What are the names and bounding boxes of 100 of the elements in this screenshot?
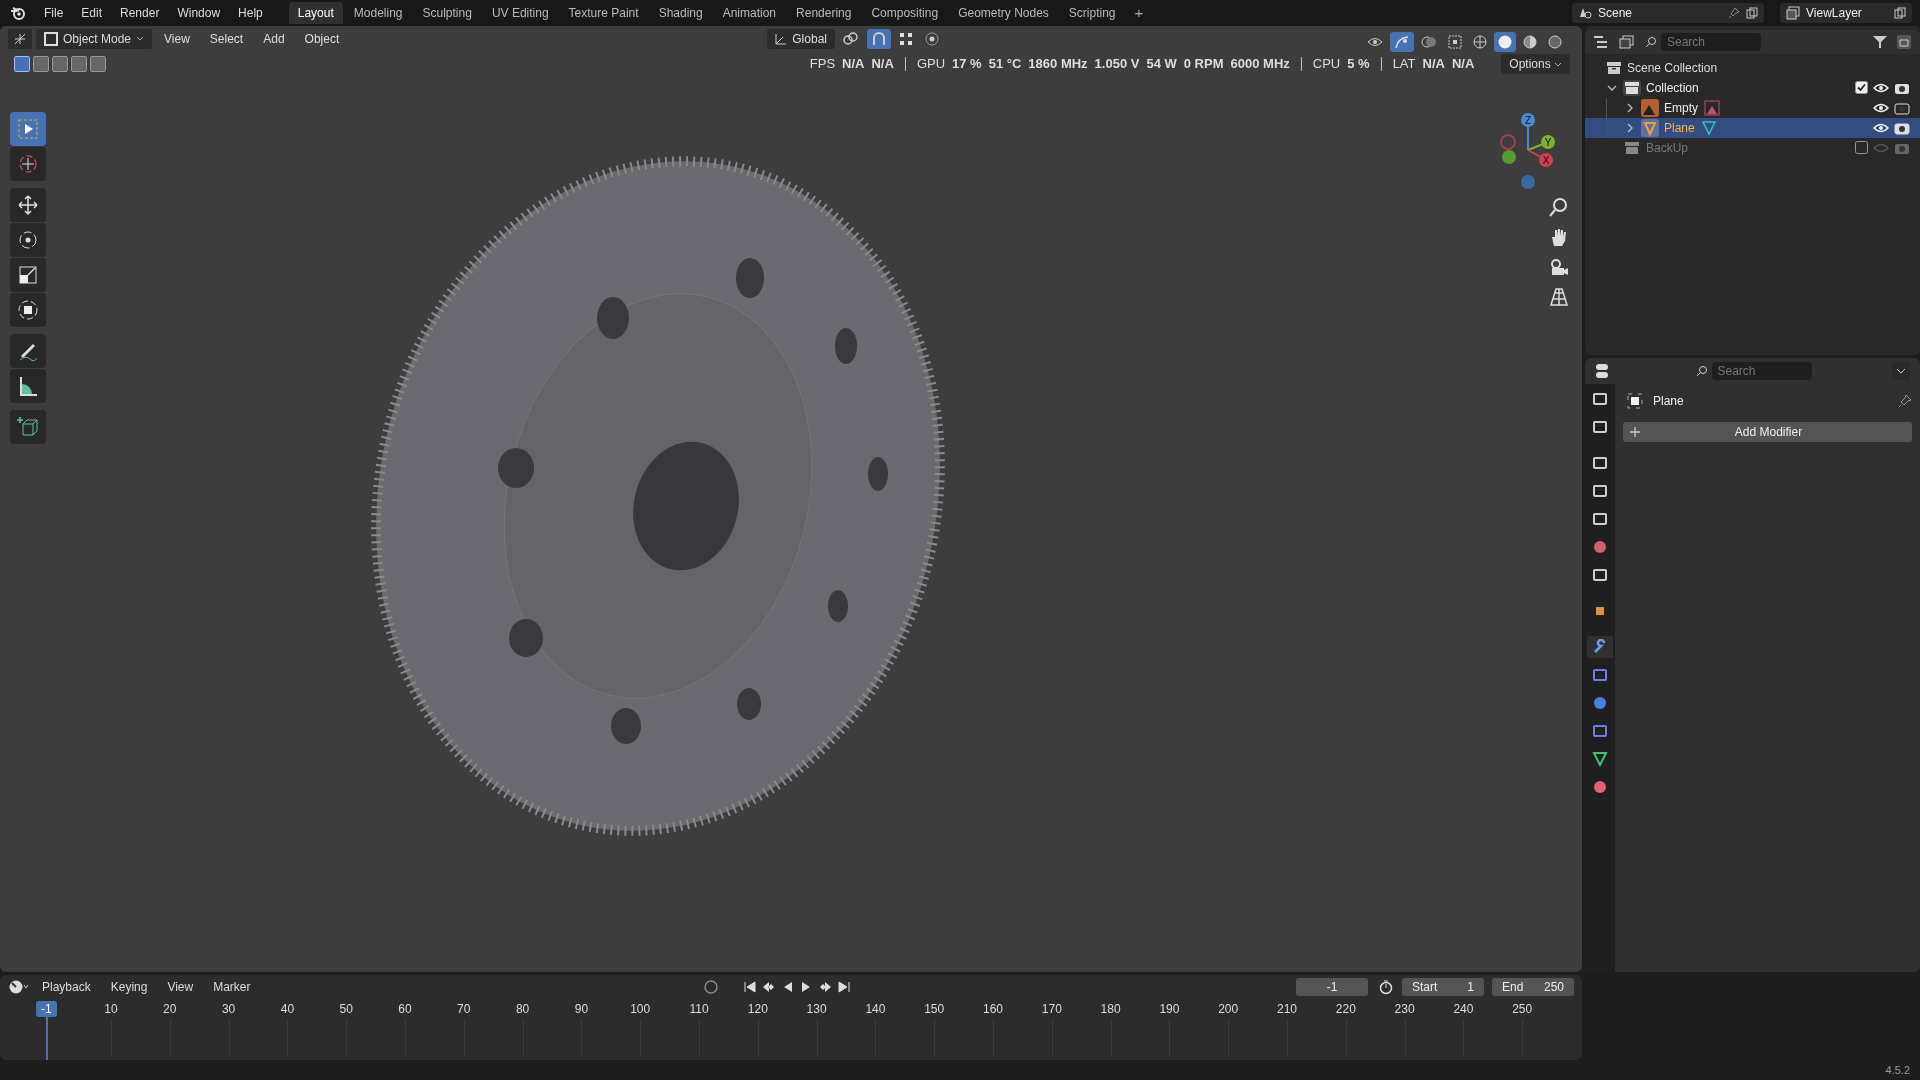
stat-label: FPS: [809, 56, 836, 71]
mode-dropdown[interactable]: Object Mode: [36, 28, 153, 49]
menu-item[interactable]: View: [156, 28, 198, 49]
keyframe-icon[interactable]: [703, 979, 720, 996]
image-icon[interactable]: [1703, 99, 1721, 116]
eye-icon[interactable]: [1873, 121, 1889, 134]
menu-item[interactable]: Playback: [34, 977, 99, 998]
search-field[interactable]: Search: [1711, 361, 1812, 380]
menu-item[interactable]: Keying: [102, 977, 156, 998]
viewport[interactable]: Object Mode View Select Add Object Global FPS N/A N/A GPU 17 % 51 °C 1860 MHz 1.050 V 54 W 0 RPM 6000 MHz CPU 5 % LAT N/A N/A Options Z Y X: [0, 25, 1582, 973]
workspace-tab[interactable]: Texture Paint: [559, 1, 648, 24]
menu-item[interactable]: Object: [296, 28, 348, 49]
workspace-tab[interactable]: Sculpting: [413, 1, 481, 24]
search-icon: [1645, 35, 1657, 48]
zoom-icon[interactable]: [1548, 195, 1570, 218]
menu-item[interactable]: Window: [169, 2, 229, 23]
end-frame-field[interactable]: End 250: [1492, 978, 1574, 997]
workspace-tab[interactable]: Compositing: [862, 1, 948, 24]
editor-type-button[interactable]: [8, 28, 32, 49]
view-layer-name: ViewLayer: [1806, 5, 1863, 20]
tree-item[interactable]: Collection: [1646, 80, 1699, 95]
frame-field[interactable]: -1: [1296, 978, 1368, 997]
axes-icon: [13, 31, 27, 46]
workspace-tab[interactable]: Layout: [288, 1, 343, 24]
playhead[interactable]: -1: [36, 1001, 57, 1018]
jump-start-icon[interactable]: [743, 980, 758, 995]
triangle-icon: [1641, 118, 1659, 137]
selection-mode-icon[interactable]: [52, 55, 68, 72]
new-collection-icon[interactable]: [1896, 33, 1912, 50]
filter-icon[interactable]: [1872, 34, 1888, 49]
menu-item[interactable]: Select: [201, 28, 252, 49]
object-name: Plane: [1653, 393, 1684, 408]
workspace-tab[interactable]: Modeling: [344, 1, 412, 24]
scale-icon[interactable]: [10, 257, 46, 292]
menu-item[interactable]: Render: [112, 2, 168, 23]
start-frame-field[interactable]: Start 1: [1402, 978, 1484, 997]
eye-icon[interactable]: [1873, 81, 1889, 94]
view-layer-selector[interactable]: ViewLayer: [1780, 2, 1912, 23]
ruler-icon[interactable]: [10, 368, 46, 403]
rotate-icon[interactable]: [10, 222, 46, 257]
collection-icon: [1606, 60, 1622, 75]
stopwatch-icon[interactable]: [1378, 979, 1394, 996]
move-arrows-icon[interactable]: [10, 187, 46, 222]
workspace-tab[interactable]: Rendering: [787, 1, 861, 24]
jump-end-icon[interactable]: [837, 980, 852, 995]
clock-icon[interactable]: [8, 979, 30, 996]
frame-number: 220: [1335, 1002, 1356, 1017]
magnet-icon[interactable]: [866, 28, 891, 49]
menu-item[interactable]: View: [159, 977, 202, 998]
tree-item[interactable]: Scene Collection: [1627, 60, 1718, 75]
frame-number: 80: [515, 1002, 530, 1017]
grid-icon[interactable]: [1548, 285, 1570, 308]
collection-icon: [1623, 79, 1641, 96]
pin-icon: [1728, 6, 1740, 19]
workspace-tab[interactable]: UV Editing: [482, 1, 558, 24]
transform-icon[interactable]: [10, 292, 46, 327]
stat-label: CPU: [1312, 56, 1341, 71]
scene-selector[interactable]: Scene: [1572, 2, 1764, 23]
filter-stack-icon[interactable]: [1619, 34, 1637, 49]
options-dropdown[interactable]: Options: [1501, 53, 1570, 74]
mesh-data-icon[interactable]: [1699, 119, 1718, 136]
workspace-tab[interactable]: Scripting: [1059, 1, 1125, 24]
cursor-icon[interactable]: [10, 146, 46, 181]
gizmo-icon[interactable]: [1390, 31, 1414, 52]
frame-number: 130: [806, 1002, 827, 1017]
caret-icon[interactable]: [1892, 361, 1910, 380]
menu-item[interactable]: File: [36, 2, 72, 23]
checkbox[interactable]: [1855, 141, 1868, 155]
workspace-tab[interactable]: Geometry Nodes: [949, 1, 1058, 24]
add-workspace-button[interactable]: +: [1126, 1, 1152, 25]
selection-mode-icon[interactable]: [90, 55, 106, 72]
stat-value: 6000 MHz: [1230, 56, 1290, 71]
add-cube-icon[interactable]: [10, 409, 46, 444]
orientation-dropdown[interactable]: Global: [767, 28, 835, 49]
workspace-tab[interactable]: Animation: [713, 1, 786, 24]
selection-mode-icon[interactable]: [71, 55, 87, 72]
menu-item[interactable]: Marker: [205, 977, 259, 998]
axis-gizmo[interactable]: Z Y X: [1496, 111, 1566, 192]
menu-item[interactable]: Edit: [73, 2, 111, 23]
eye-icon[interactable]: [1873, 101, 1889, 114]
tree-item[interactable]: Plane: [1664, 120, 1695, 135]
frame-number: 140: [865, 1002, 886, 1017]
wrench-icon[interactable]: [1587, 635, 1613, 658]
stat-value: 17 %: [952, 56, 982, 71]
add-modifier-button[interactable]: Add Modifier: [1623, 421, 1912, 442]
checkbox[interactable]: [1855, 81, 1868, 95]
pin-icon[interactable]: [1898, 393, 1912, 408]
search-field[interactable]: Search: [1661, 32, 1761, 51]
frame-number: 50: [339, 1002, 353, 1017]
selection-mode-icon[interactable]: [14, 55, 30, 72]
frame-number: 60: [398, 1002, 412, 1017]
menu-item[interactable]: Help: [230, 2, 271, 23]
menu-item[interactable]: Add: [255, 28, 293, 49]
workspace-tab[interactable]: Shading: [649, 1, 712, 24]
selection-mode-icon[interactable]: [33, 55, 49, 72]
collection-icon: [1623, 139, 1641, 156]
tree-item[interactable]: Empty: [1664, 100, 1698, 115]
pencil-icon[interactable]: [10, 333, 46, 368]
logo-icon[interactable]: [10, 4, 26, 21]
copy-icon: [1746, 6, 1758, 19]
